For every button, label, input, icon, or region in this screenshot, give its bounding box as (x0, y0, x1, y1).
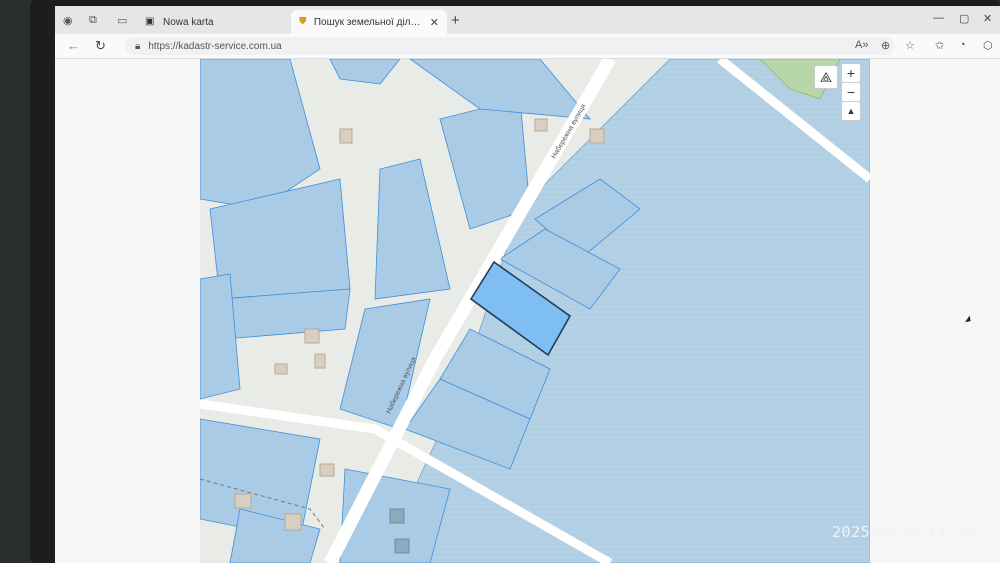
browser-window: ◉ ⧉ ▭ ▣ Nowa karta ⛊ Пошук земельної діл… (55, 6, 1000, 563)
url-field[interactable]: 🔒︎ https://kadastr-service.com.ua (125, 37, 895, 55)
site-favicon-icon: ⛊ (299, 16, 307, 27)
building (389, 508, 405, 524)
copilot-icon[interactable]: ⬡ (983, 39, 993, 52)
building (534, 118, 548, 132)
zoom-out-button[interactable]: − (841, 82, 861, 102)
compass-icon: ▲ (846, 106, 856, 116)
lock-icon: 🔒︎ (135, 40, 141, 52)
tab-label: Nowa karta (163, 16, 214, 28)
refresh-button[interactable]: ↻ (95, 38, 106, 54)
zoom-in-button[interactable]: + (841, 63, 861, 83)
building (319, 463, 335, 477)
minimize-button[interactable]: — (933, 12, 944, 24)
building (234, 493, 252, 509)
new-tab-button[interactable]: + (451, 12, 460, 29)
cadastral-map[interactable]: Набережна вулиця Набережна вулиця ⟁ + − … (200, 59, 870, 563)
url-text: https://kadastr-service.com.ua (148, 40, 282, 52)
zoom-out-icon: − (846, 84, 856, 100)
tab-new-tab[interactable]: ▣ Nowa karta (137, 10, 289, 34)
maximize-button[interactable]: ▢ (959, 12, 969, 25)
layers-icon: ⟁ (819, 68, 833, 85)
building (394, 538, 410, 554)
workspaces-icon[interactable]: ⧉ (89, 14, 97, 27)
building (589, 128, 605, 144)
window-close-button[interactable]: ✕ (983, 12, 992, 25)
page-content: Набережна вулиця Набережна вулиця ⟁ + − … (55, 59, 1000, 563)
back-button[interactable]: ← (67, 38, 80, 53)
tab-label: Пошук земельної ділянки в Дер (313, 16, 422, 28)
new-tab-icon: ▣ (145, 16, 155, 27)
read-aloud-icon[interactable]: A» (855, 39, 868, 51)
tab-strip: ◉ ⧉ ▭ ▣ Nowa karta ⛊ Пошук земельної діл… (55, 6, 1000, 34)
compass-button[interactable]: ▲ (841, 101, 861, 121)
building (339, 128, 353, 144)
building (314, 353, 326, 369)
zoom-icon[interactable]: ⊕ (881, 39, 890, 52)
close-icon[interactable]: ✕ (430, 16, 439, 29)
building (274, 363, 288, 375)
favorite-star-icon[interactable]: ☆ (905, 39, 915, 52)
layers-button[interactable]: ⟁ (814, 65, 838, 89)
building (284, 513, 302, 531)
favorites-icon[interactable]: ✩ (935, 39, 944, 52)
photo-timestamp: 2025/3/15 11:40 (832, 523, 975, 541)
tab-land-search[interactable]: ⛊ Пошук земельної ділянки в Дер ✕ (291, 10, 447, 34)
extensions-icon[interactable]: ◔ (959, 39, 966, 51)
zoom-in-icon: + (846, 65, 856, 81)
address-bar-row: ← ↻ 🔒︎ https://kadastr-service.com.ua A»… (55, 34, 1000, 59)
map-canvas: Набережна вулиця Набережна вулиця (200, 59, 870, 563)
building (304, 328, 320, 344)
tab-actions-icon[interactable]: ▭ (117, 14, 127, 27)
profile-icon[interactable]: ◉ (63, 14, 73, 27)
